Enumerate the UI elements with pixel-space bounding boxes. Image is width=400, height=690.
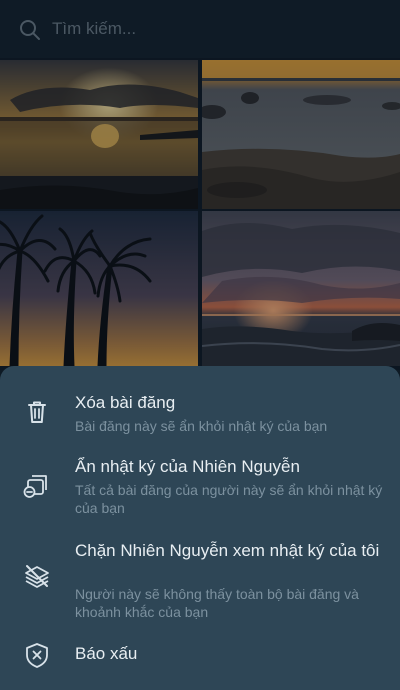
search-input[interactable] bbox=[52, 16, 382, 42]
delete-post-subtitle: Bài đăng này sẽ ẩn khỏi nhật ký của bạn bbox=[75, 418, 328, 434]
trash-icon bbox=[28, 401, 46, 423]
photo-sunset-over-bay[interactable] bbox=[0, 60, 198, 209]
photo-rocky-shore-sunset[interactable] bbox=[202, 60, 400, 209]
search-icon[interactable] bbox=[18, 18, 42, 42]
report-shield-icon bbox=[26, 643, 48, 668]
delete-post-option[interactable]: Xóa bài đăng Bài đăng này sẽ ẩn khỏi nhậ… bbox=[0, 366, 400, 438]
hide-timeline-subtitle: Tất cả bài đăng của người này sẽ ẩn khỏi… bbox=[75, 482, 383, 516]
report-title: Báo xấu bbox=[75, 644, 138, 663]
photo-palm-trees-silhouette[interactable] bbox=[0, 211, 198, 366]
hide-timeline-icon bbox=[23, 475, 47, 498]
delete-post-title: Xóa bài đăng bbox=[75, 393, 176, 412]
block-viewing-subtitle: Người này sẽ không thấy toàn bộ bài đăng… bbox=[75, 586, 359, 620]
hide-timeline-option[interactable]: Ẩn nhật ký của Nhiên Nguyễn Tất cả bài đ… bbox=[0, 448, 400, 524]
block-viewing-option[interactable]: Chặn Nhiên Nguyễn xem nhật ký của tôi Ng… bbox=[0, 532, 400, 628]
photo-sea-sunset-clouds[interactable] bbox=[202, 211, 400, 366]
block-layers-icon bbox=[25, 565, 49, 588]
search-bar bbox=[0, 0, 400, 58]
action-sheet: Xóa bài đăng Bài đăng này sẽ ẩn khỏi nhậ… bbox=[0, 366, 400, 690]
block-viewing-title: Chặn Nhiên Nguyễn xem nhật ký của tôi bbox=[75, 541, 380, 560]
report-option[interactable]: Báo xấu bbox=[0, 634, 400, 690]
hide-timeline-title: Ẩn nhật ký của Nhiên Nguyễn bbox=[75, 457, 300, 476]
